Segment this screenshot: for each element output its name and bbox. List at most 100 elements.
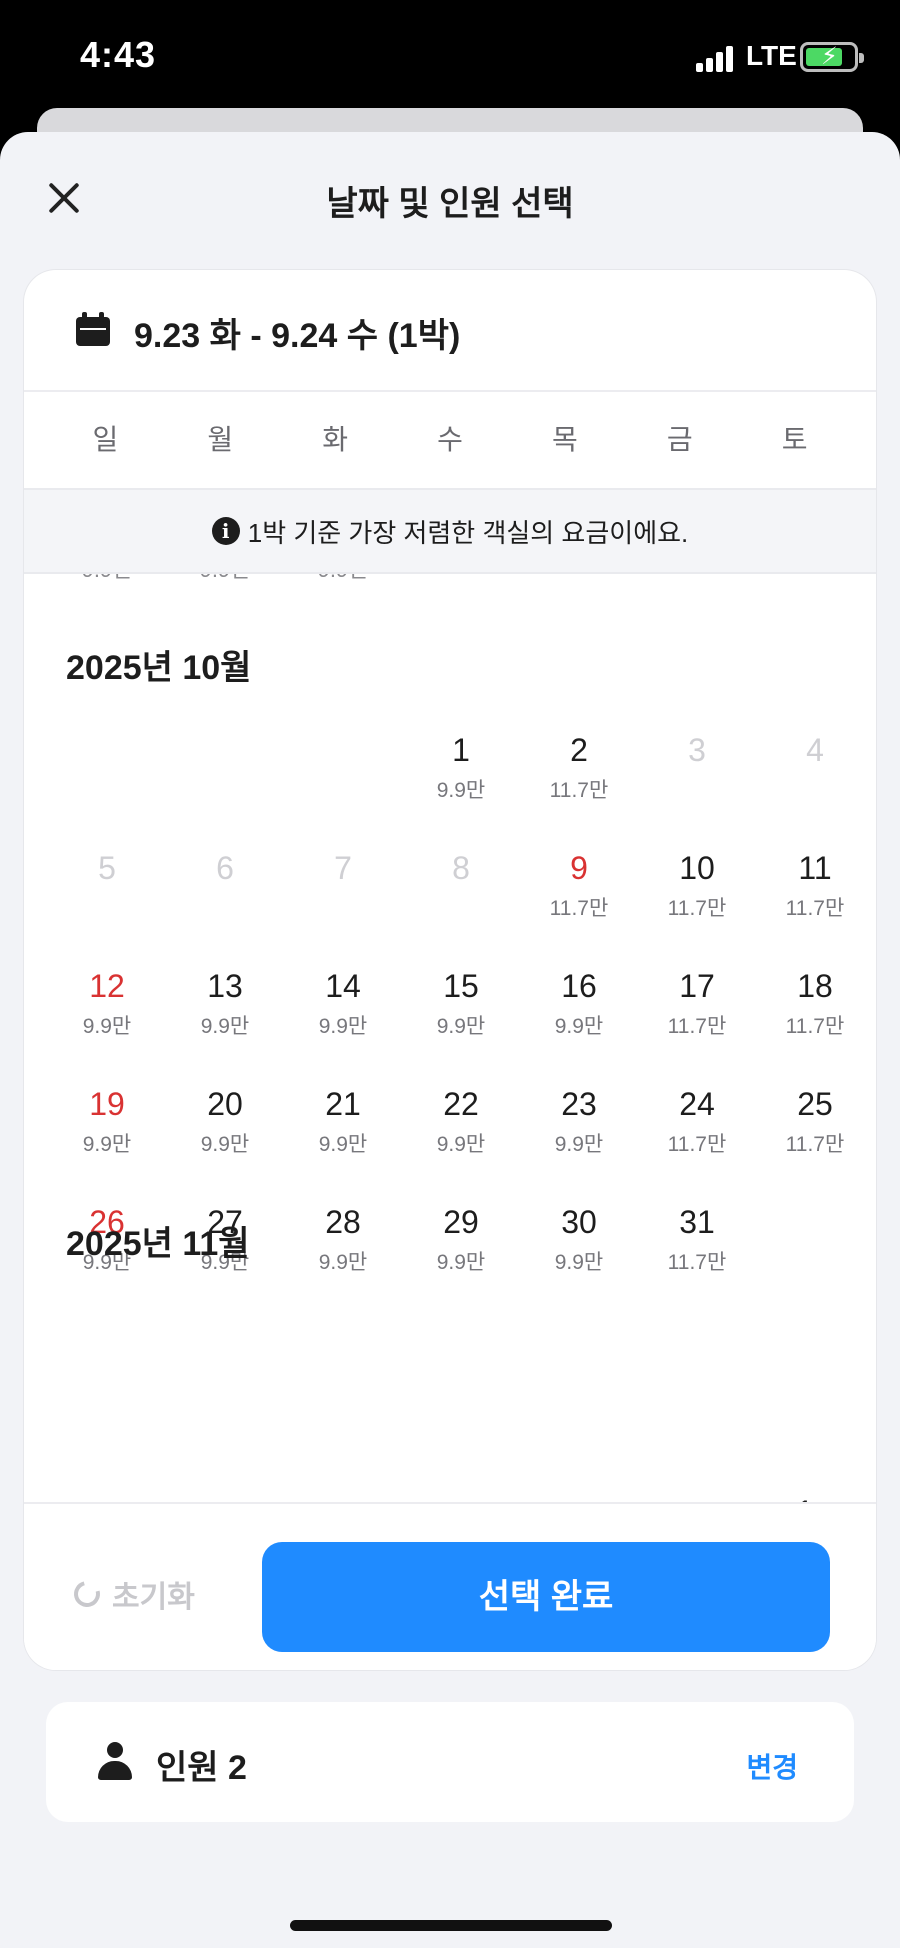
calendar-scroll-area[interactable]: 9.9만 9.9만 9.9만 2025년 10월 1 9.9만 2 11.7만 3 4 5 6… [24, 574, 876, 1502]
month-title: 2025년 10월 [66, 649, 252, 687]
day-number: 8 [452, 850, 470, 886]
day-number: 12 [89, 968, 125, 1004]
day-number: 13 [207, 968, 243, 1004]
day-number: 21 [325, 1086, 361, 1122]
day-cell[interactable]: 23 9.9만 [520, 1064, 638, 1182]
day-price: 11.7만 [667, 897, 727, 920]
day-number: 4 [806, 732, 824, 768]
day-number: 18 [797, 968, 833, 1004]
day-cell[interactable]: 20 9.9만 [166, 1064, 284, 1182]
weekday-label: 월 [207, 424, 234, 455]
day-cell: 5 [48, 828, 166, 946]
day-price: 9.9만 [554, 1015, 604, 1038]
day-price: 11.7만 [785, 897, 845, 920]
day-cell[interactable]: 15 9.9만 [402, 946, 520, 1064]
calendar-icon [76, 312, 110, 346]
selected-dates-text: 9.23 화 - 9.24 수 (1박) [134, 317, 461, 355]
empty-cell [166, 710, 284, 828]
status-time: 4:43 [80, 34, 157, 75]
day-cell: 8 [402, 828, 520, 946]
day-number: 17 [679, 968, 715, 1004]
day-price: 11.7만 [667, 1133, 727, 1156]
day-number: 5 [98, 850, 116, 886]
day-cell: 4 [756, 710, 874, 828]
guest-selector: 인원 2 변경 [46, 1702, 854, 1822]
day-number: 7 [334, 850, 352, 886]
day-cell[interactable]: 24 11.7만 [638, 1064, 756, 1182]
day-cell[interactable]: 31 11.7만 [638, 1182, 756, 1300]
page-title: 날짜 및 인원 선택 [326, 185, 574, 223]
day-cell[interactable]: 10 11.7만 [638, 828, 756, 946]
day-price: 9.9만 [554, 1251, 604, 1274]
weekday-label: 수 [437, 424, 463, 455]
day-price: 9.9만 [436, 1015, 486, 1038]
signal-icon [696, 44, 736, 72]
day-price: 11.7만 [549, 779, 609, 802]
day-cell[interactable]: 19 9.9만 [48, 1064, 166, 1182]
day-price: 9.9만 [436, 779, 486, 802]
day-number: 29 [443, 1204, 479, 1240]
day-cell[interactable]: 11 11.7만 [756, 828, 874, 946]
reset-label: 초기화 [112, 1581, 195, 1614]
day-price: 11.7만 [785, 1015, 845, 1038]
day-cell[interactable]: 12 9.9만 [48, 946, 166, 1064]
person-icon [98, 1742, 132, 1780]
day-cell[interactable]: 29 9.9만 [402, 1182, 520, 1300]
info-icon: i [211, 517, 240, 545]
day-number: 16 [561, 968, 597, 1004]
day-cell[interactable]: 14 9.9만 [284, 946, 402, 1064]
day-cell[interactable]: 18 11.7만 [756, 946, 874, 1064]
day-cell[interactable]: 16 9.9만 [520, 946, 638, 1064]
month-grid: 1 9.9만 2 11.7만 3 4 5 6 7 8 9 11.7만 10 11.7만 11 11.7만 12 9… [48, 710, 852, 1300]
notice-text: 1박 기준 가장 저렴한 객실의 요금이에요. [247, 517, 689, 548]
day-number: 24 [679, 1086, 715, 1122]
card-footer: 초기화 선택 완료 [24, 1502, 876, 1670]
day-cell[interactable]: 1 [796, 1494, 814, 1502]
day-price: 11.7만 [667, 1251, 727, 1274]
battery-icon: ⚡ [800, 42, 864, 72]
network-type: LTE [746, 40, 797, 71]
day-cell[interactable]: 21 9.9만 [284, 1064, 402, 1182]
refresh-icon [69, 1576, 105, 1612]
day-price: 9.9만 [166, 574, 284, 584]
day-price: 9.9만 [318, 1133, 368, 1156]
weekday-label: 금 [666, 424, 693, 455]
day-price: 9.9만 [48, 574, 166, 584]
weekday-label: 토 [781, 424, 808, 455]
day-number: 23 [561, 1086, 597, 1122]
day-price: 9.9만 [284, 574, 402, 584]
modal-header: 날짜 및 인원 선택 [0, 132, 900, 262]
calendar-card: 9.23 화 - 9.24 수 (1박) 일 월 화 수 목 금 토 i 1박 … [24, 270, 876, 1670]
day-cell[interactable]: 28 9.9만 [284, 1182, 402, 1300]
home-indicator [290, 1920, 612, 1931]
day-price: 9.9만 [200, 1133, 250, 1156]
day-cell[interactable]: 17 11.7만 [638, 946, 756, 1064]
month-title: 2025년 11월 [66, 1225, 250, 1263]
empty-cell [48, 710, 166, 828]
day-price: 9.9만 [318, 1015, 368, 1038]
reset-button[interactable]: 초기화 [69, 1572, 195, 1616]
day-price: 9.9만 [318, 1251, 368, 1274]
day-cell[interactable]: 1 9.9만 [402, 710, 520, 828]
day-price: 9.9만 [436, 1251, 486, 1274]
day-price: 9.9만 [200, 1015, 250, 1038]
day-cell[interactable]: 30 9.9만 [520, 1182, 638, 1300]
day-number: 6 [216, 850, 234, 886]
day-price: 9.9만 [82, 1015, 132, 1038]
day-cell[interactable]: 25 11.7만 [756, 1064, 874, 1182]
day-number: 3 [688, 732, 706, 768]
day-cell[interactable]: 9 11.7만 [520, 828, 638, 946]
day-number: 1 [452, 732, 470, 768]
day-number: 9 [570, 850, 588, 886]
day-price: 11.7만 [785, 1133, 845, 1156]
day-price: 11.7만 [667, 1015, 727, 1038]
day-cell[interactable]: 22 9.9만 [402, 1064, 520, 1182]
day-number: 25 [797, 1086, 833, 1122]
day-cell[interactable]: 13 9.9만 [166, 946, 284, 1064]
day-cell[interactable]: 2 11.7만 [520, 710, 638, 828]
change-guests-button[interactable]: 변경 [746, 1746, 798, 1786]
day-price: 9.9만 [82, 1133, 132, 1156]
date-guest-modal: 날짜 및 인원 선택 9.23 화 - 9.24 수 (1박) 일 월 화 수 … [0, 132, 900, 1948]
day-number: 11 [798, 850, 832, 886]
confirm-button[interactable]: 선택 완료 [262, 1542, 830, 1652]
